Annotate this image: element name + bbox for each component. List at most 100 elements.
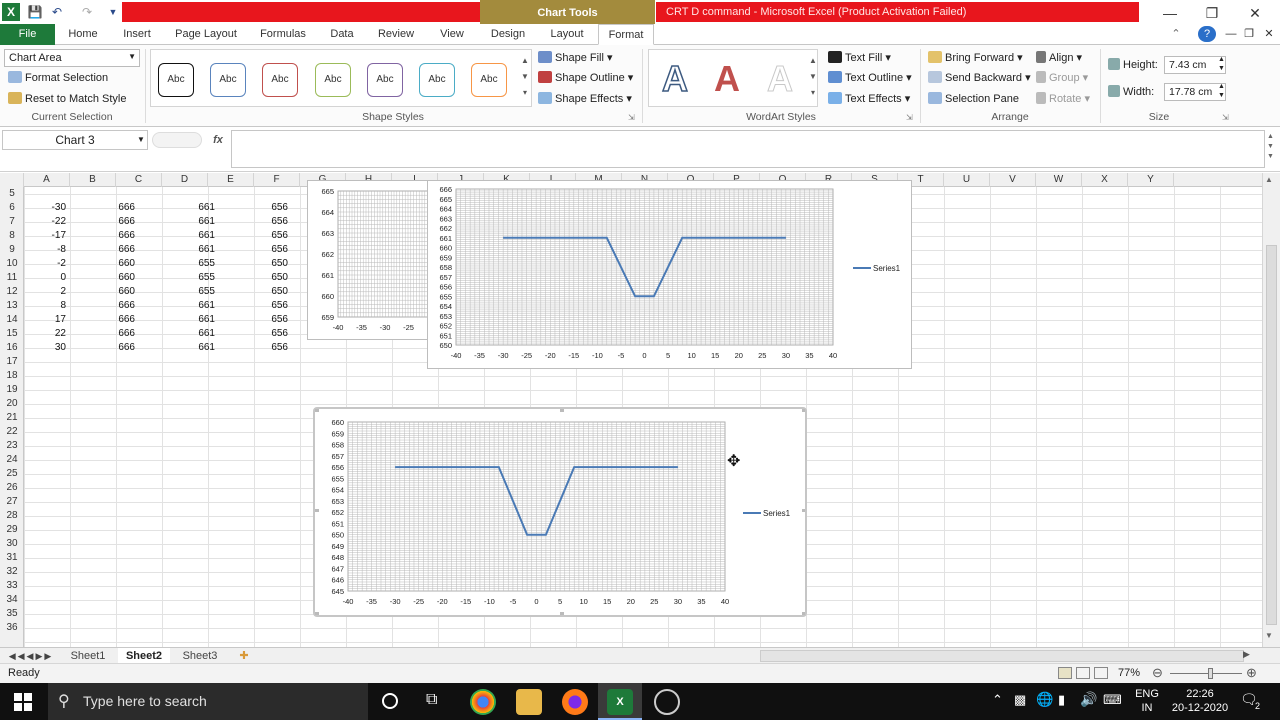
align-button[interactable]: Align ▾: [1036, 49, 1082, 67]
cell-value[interactable]: -8: [6, 243, 66, 257]
chart-element-dropdown[interactable]: Chart Area ▼: [4, 49, 140, 67]
row-header-19[interactable]: 19: [0, 383, 24, 397]
sheet-nav-icon[interactable]: ◀◀◀▶▶: [4, 648, 58, 664]
cell-value[interactable]: 660: [75, 257, 135, 271]
scroll-right-icon[interactable]: ▶: [1243, 649, 1250, 660]
row-header-30[interactable]: 30: [0, 537, 24, 551]
cell-value[interactable]: 661: [155, 201, 215, 215]
shape-style-swatch-purple[interactable]: Abc: [367, 63, 403, 97]
tab-file[interactable]: File: [0, 24, 55, 45]
cell-value[interactable]: 666: [75, 201, 135, 215]
wordart-style-light[interactable]: A: [760, 58, 800, 99]
cell-value[interactable]: 661: [155, 243, 215, 257]
ribbon-minimize-icon[interactable]: ⌃: [1168, 24, 1184, 45]
cell-value[interactable]: 2: [6, 285, 66, 299]
tray-expand-icon[interactable]: ⌃: [992, 692, 1003, 708]
row-header-20[interactable]: 20: [0, 397, 24, 411]
minimize-icon[interactable]: —: [1155, 2, 1185, 24]
window-restore-icon[interactable]: ❐: [1242, 24, 1256, 45]
shape-fill-button[interactable]: Shape Fill ▾: [538, 49, 613, 67]
text-outline-button[interactable]: Text Outline ▾: [828, 69, 912, 87]
volume-icon[interactable]: 🔊: [1080, 691, 1097, 708]
shape-style-swatch-aqua[interactable]: Abc: [419, 63, 455, 97]
cell-value[interactable]: 661: [155, 327, 215, 341]
new-sheet-icon[interactable]: ✚: [232, 648, 256, 664]
select-all-corner[interactable]: [0, 173, 24, 187]
row-header-24[interactable]: 24: [0, 453, 24, 467]
column-header-F[interactable]: F: [254, 173, 300, 187]
row-header-17[interactable]: 17: [0, 355, 24, 369]
row-header-27[interactable]: 27: [0, 495, 24, 509]
tab-format[interactable]: Format: [598, 24, 654, 45]
chart-3[interactable]: 660 659 658 657 656 655 654 653 652 651 650 649 648 6…: [313, 407, 807, 617]
cell-value[interactable]: 661: [155, 215, 215, 229]
wordart-style-outline[interactable]: A: [655, 58, 695, 100]
row-header-23[interactable]: 23: [0, 439, 24, 453]
tab-design[interactable]: Design: [482, 24, 534, 45]
windows-start-icon[interactable]: [14, 693, 32, 711]
name-box[interactable]: Chart 3: [2, 130, 148, 150]
text-fill-button[interactable]: Text Fill ▾: [828, 49, 891, 67]
shape-style-swatch-orange[interactable]: Abc: [471, 63, 507, 97]
dialog-launcher-icon[interactable]: ⇲: [906, 113, 913, 122]
vertical-scrollbar[interactable]: ▲ ▼: [1262, 173, 1280, 647]
cell-value[interactable]: 660: [75, 271, 135, 285]
cell-value[interactable]: 655: [155, 285, 215, 299]
reset-to-match-style-button[interactable]: Reset to Match Style: [8, 90, 127, 108]
tab-review[interactable]: Review: [370, 24, 422, 45]
column-header-V[interactable]: V: [990, 173, 1036, 187]
redo-icon[interactable]: ↷: [78, 3, 96, 21]
chart-2[interactable]: 666 665 664 663 662 661 660 659 658 657 656 655 654 6…: [427, 180, 912, 369]
wordart-scroll-icon[interactable]: ▲ ▼ ▾: [808, 53, 818, 103]
cell-value[interactable]: 656: [228, 341, 288, 355]
chrome-icon[interactable]: [470, 689, 496, 715]
selection-pane-button[interactable]: Selection Pane: [928, 90, 1019, 108]
row-header-31[interactable]: 31: [0, 551, 24, 565]
row-header-35[interactable]: 35: [0, 607, 24, 621]
wordart-style-red[interactable]: A: [707, 59, 747, 99]
cell-value[interactable]: -22: [6, 215, 66, 229]
group-button[interactable]: Group ▾: [1036, 69, 1088, 87]
zoom-slider-knob[interactable]: [1207, 668, 1213, 679]
height-spinner-icon[interactable]: ▲ ▼: [1218, 55, 1225, 73]
cell-value[interactable]: 30: [6, 341, 66, 355]
shape-style-swatch-black[interactable]: Abc: [158, 63, 194, 97]
scroll-up-icon[interactable]: ▲: [1265, 175, 1273, 184]
gallery-scroll-icon[interactable]: ▲ ▼ ▾: [520, 53, 530, 103]
window-close-icon[interactable]: ✕: [1262, 24, 1276, 45]
tab-formulas[interactable]: Formulas: [252, 24, 314, 45]
tab-data[interactable]: Data: [320, 24, 364, 45]
tab-sheet3[interactable]: Sheet3: [176, 648, 224, 664]
row-header-18[interactable]: 18: [0, 369, 24, 383]
cell-value[interactable]: -2: [6, 257, 66, 271]
zoom-in-icon[interactable]: ⊕: [1246, 665, 1257, 681]
cell-value[interactable]: 666: [75, 341, 135, 355]
row-header-28[interactable]: 28: [0, 509, 24, 523]
column-header-D[interactable]: D: [162, 173, 208, 187]
formula-input[interactable]: [231, 130, 1265, 168]
cell-value[interactable]: 661: [155, 229, 215, 243]
language-indicator[interactable]: ENG IN: [1134, 687, 1160, 715]
cell-value[interactable]: -17: [6, 229, 66, 243]
column-header-U[interactable]: U: [944, 173, 990, 187]
cell-value[interactable]: 650: [228, 271, 288, 285]
column-header-E[interactable]: E: [208, 173, 254, 187]
row-header-5[interactable]: 5: [0, 187, 24, 201]
formula-expand-icon[interactable]: ▲ ▼ ▼: [1267, 132, 1274, 162]
tab-view[interactable]: View: [430, 24, 474, 45]
help-icon[interactable]: ?: [1198, 26, 1216, 42]
zoom-slider[interactable]: [1170, 673, 1242, 674]
cell-value[interactable]: 656: [228, 215, 288, 229]
scroll-thumb[interactable]: [1266, 245, 1277, 625]
excel-taskbar-active[interactable]: X: [598, 683, 642, 720]
network-icon[interactable]: 🌐: [1036, 691, 1053, 708]
battery-icon[interactable]: ▮: [1058, 692, 1065, 708]
column-header-W[interactable]: W: [1036, 173, 1082, 187]
cell-value[interactable]: 650: [228, 285, 288, 299]
cell-value[interactable]: 650: [228, 257, 288, 271]
bring-forward-button[interactable]: Bring Forward ▾: [928, 49, 1023, 67]
shape-outline-button[interactable]: Shape Outline ▾: [538, 69, 633, 87]
cortana-icon[interactable]: [382, 693, 398, 709]
task-view-icon[interactable]: ⧉: [426, 691, 437, 709]
tab-layout[interactable]: Layout: [540, 24, 594, 45]
